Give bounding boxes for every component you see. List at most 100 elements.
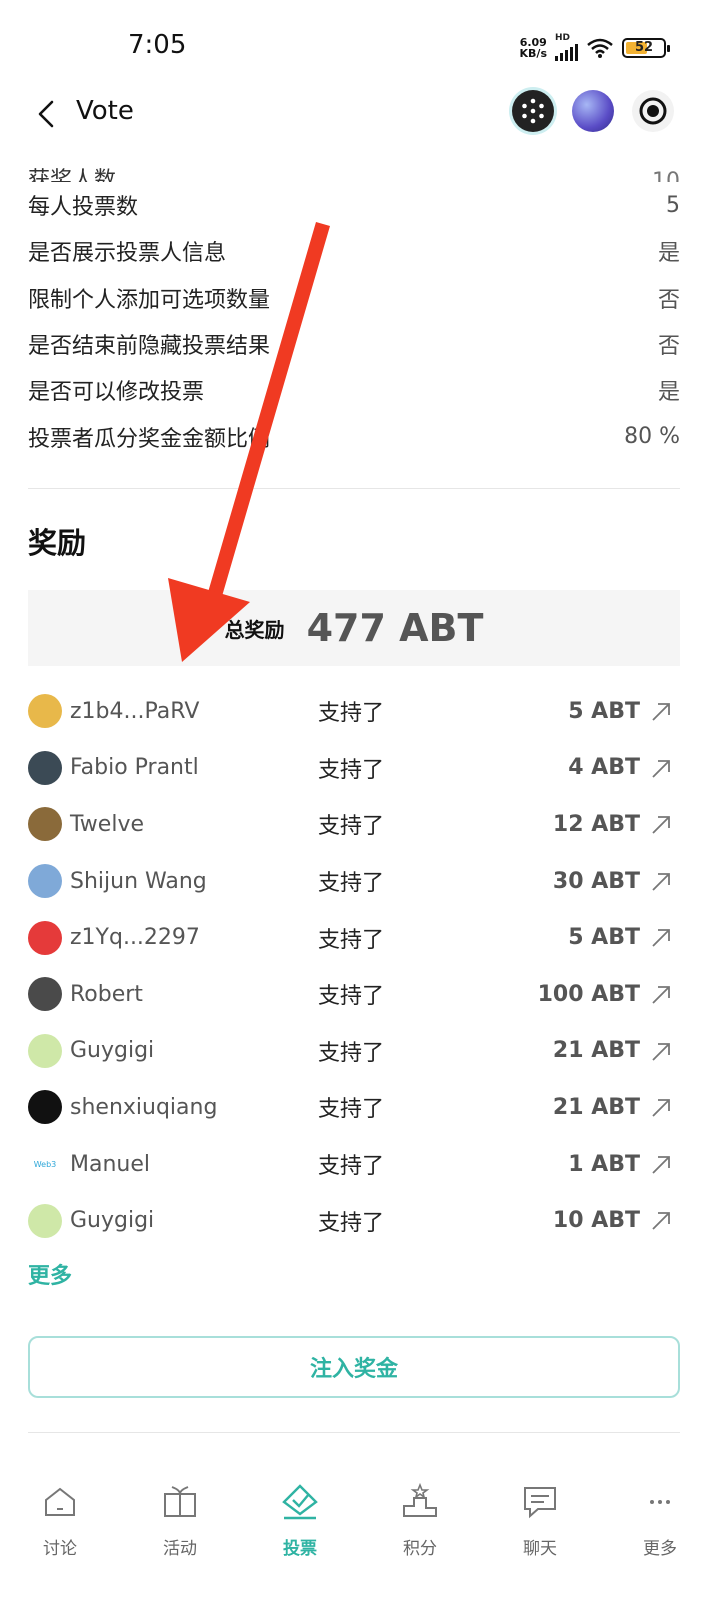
backer-action: 支持了 [318,757,385,783]
total-reward-value: 477 ABT [306,606,484,650]
info-row: 是否结束前隐藏投票结果 否 [28,321,680,367]
net-speed: 6.09 KB/s [520,37,547,59]
info-label: 投票者瓜分奖金金额比例 [28,426,271,452]
status-time: 7:05 [128,30,187,60]
tab-0[interactable]: 讨论 [0,1470,120,1580]
info-row: 每人投票数 5 [28,182,680,228]
backer-name: Shijun Wang [70,868,207,894]
header-actions [512,90,674,132]
tab-3[interactable]: 积分 [360,1470,480,1580]
external-link-arrow-icon[interactable] [650,758,672,780]
battery-icon: 52 [622,37,670,58]
tab-label: 投票 [283,1539,317,1559]
info-label: 限制个人添加可选项数量 [28,287,271,313]
more-dots-icon [650,1500,670,1504]
backer-action: 支持了 [318,1040,385,1066]
bottom-tab-bar: 讨论 活动 投票 积分 聊天 更多 [0,1470,720,1580]
status-indicators: 6.09 KB/s HD 52 [520,34,670,61]
backer-row[interactable]: Fabio Prantl 支持了 4 ABT [28,740,680,797]
dots-logo-icon[interactable] [512,90,554,132]
backer-name: z1b4...PaRV [70,698,200,724]
tab-label: 讨论 [43,1539,77,1559]
target-icon[interactable] [632,90,674,132]
backer-row[interactable]: z1b4...PaRV 支持了 5 ABT [28,683,680,740]
gift-icon [164,1486,196,1517]
info-label: 是否结束前隐藏投票结果 [28,334,271,360]
external-link-arrow-icon[interactable] [650,1097,672,1119]
backer-row[interactable]: Twelve 支持了 12 ABT [28,796,680,853]
info-value: 10 [652,169,680,182]
external-link-arrow-icon[interactable] [650,927,672,949]
home-icon [45,1487,75,1516]
backer-row[interactable]: Guygigi 支持了 10 ABT [28,1192,680,1249]
backer-name: Twelve [70,811,144,837]
backer-amount: 5 ABT [568,925,640,951]
backer-row[interactable]: z1Yq...2297 支持了 5 ABT [28,909,680,966]
backer-name: shenxiuqiang [70,1094,218,1120]
avatar [28,920,62,955]
backer-name: Manuel [70,1151,150,1177]
backer-row[interactable]: Guygigi 支持了 21 ABT [28,1023,680,1080]
tab-4[interactable]: 聊天 [480,1470,600,1580]
backer-row[interactable]: Web3 Manuel 支持了 1 ABT [28,1136,680,1193]
reward-section-title: 奖励 [28,526,87,560]
external-link-arrow-icon[interactable] [650,871,672,893]
backer-name: Robert [70,981,143,1007]
inject-reward-button[interactable]: 注入奖金 [28,1336,680,1398]
external-link-arrow-icon[interactable] [650,1154,672,1176]
tabbar-divider [28,1432,680,1433]
backer-amount: 12 ABT [552,811,640,837]
avatar: Web3 [28,1147,62,1182]
info-row: 获奖人数 10 [28,140,680,182]
total-reward-label: 总奖励 [224,617,285,642]
tab-label: 活动 [163,1539,197,1559]
backer-action: 支持了 [318,701,385,727]
tab-1[interactable]: 活动 [120,1470,240,1580]
external-link-arrow-icon[interactable] [650,984,672,1006]
backer-amount: 10 ABT [552,1208,640,1234]
avatar [28,977,62,1012]
net-speed-unit: KB/s [519,46,547,60]
info-row: 是否可以修改投票 是 [28,367,680,413]
tab-2[interactable]: 投票 [240,1470,360,1580]
section-divider [28,488,680,489]
backer-action: 支持了 [318,984,385,1010]
backer-action: 支持了 [318,1097,385,1123]
backer-row[interactable]: Robert 支持了 100 ABT [28,966,680,1023]
backer-action: 支持了 [318,927,385,953]
info-label: 是否可以修改投票 [28,380,205,406]
planet-avatar-icon[interactable] [572,90,614,132]
info-value: 5 [666,192,680,218]
info-value: 否 [657,287,680,313]
chevron-left-icon[interactable] [30,94,64,134]
backer-name: Guygigi [70,1208,155,1234]
backer-row[interactable]: Shijun Wang 支持了 30 ABT [28,853,680,910]
backer-action: 支持了 [318,1210,385,1236]
avatar [28,1033,62,1068]
backer-action: 支持了 [318,814,385,840]
backer-amount: 4 ABT [568,755,640,781]
avatar [28,1090,62,1125]
status-bar: 7:05 6.09 KB/s HD 52 [0,0,720,92]
backer-amount: 21 ABT [552,1038,640,1064]
info-row: 投票者瓜分奖金金额比例 80 % [28,413,680,459]
external-link-arrow-icon[interactable] [650,814,672,836]
backer-action: 支持了 [318,1154,385,1180]
info-value: 80 % [624,424,680,450]
avatar [28,864,62,899]
avatar [28,807,62,842]
external-link-arrow-icon[interactable] [650,1041,672,1063]
tab-5[interactable]: 更多 [600,1470,720,1580]
more-backers-link[interactable]: 更多 [28,1258,72,1290]
vote-check-icon [282,1484,318,1520]
external-link-arrow-icon[interactable] [650,1210,672,1232]
net-speed-value: 6.09 [519,35,547,49]
battery-level: 52 [634,40,654,55]
backer-row[interactable]: shenxiuqiang 支持了 21 ABT [28,1079,680,1136]
external-link-arrow-icon[interactable] [650,701,672,723]
total-reward-box: 总奖励 477 ABT [28,590,680,666]
backer-list: z1b4...PaRV 支持了 5 ABT Fabio Prantl 支持了 4… [28,683,680,1249]
backer-amount: 5 ABT [568,698,640,724]
info-value: 是 [657,380,680,406]
wifi-icon [587,38,613,58]
